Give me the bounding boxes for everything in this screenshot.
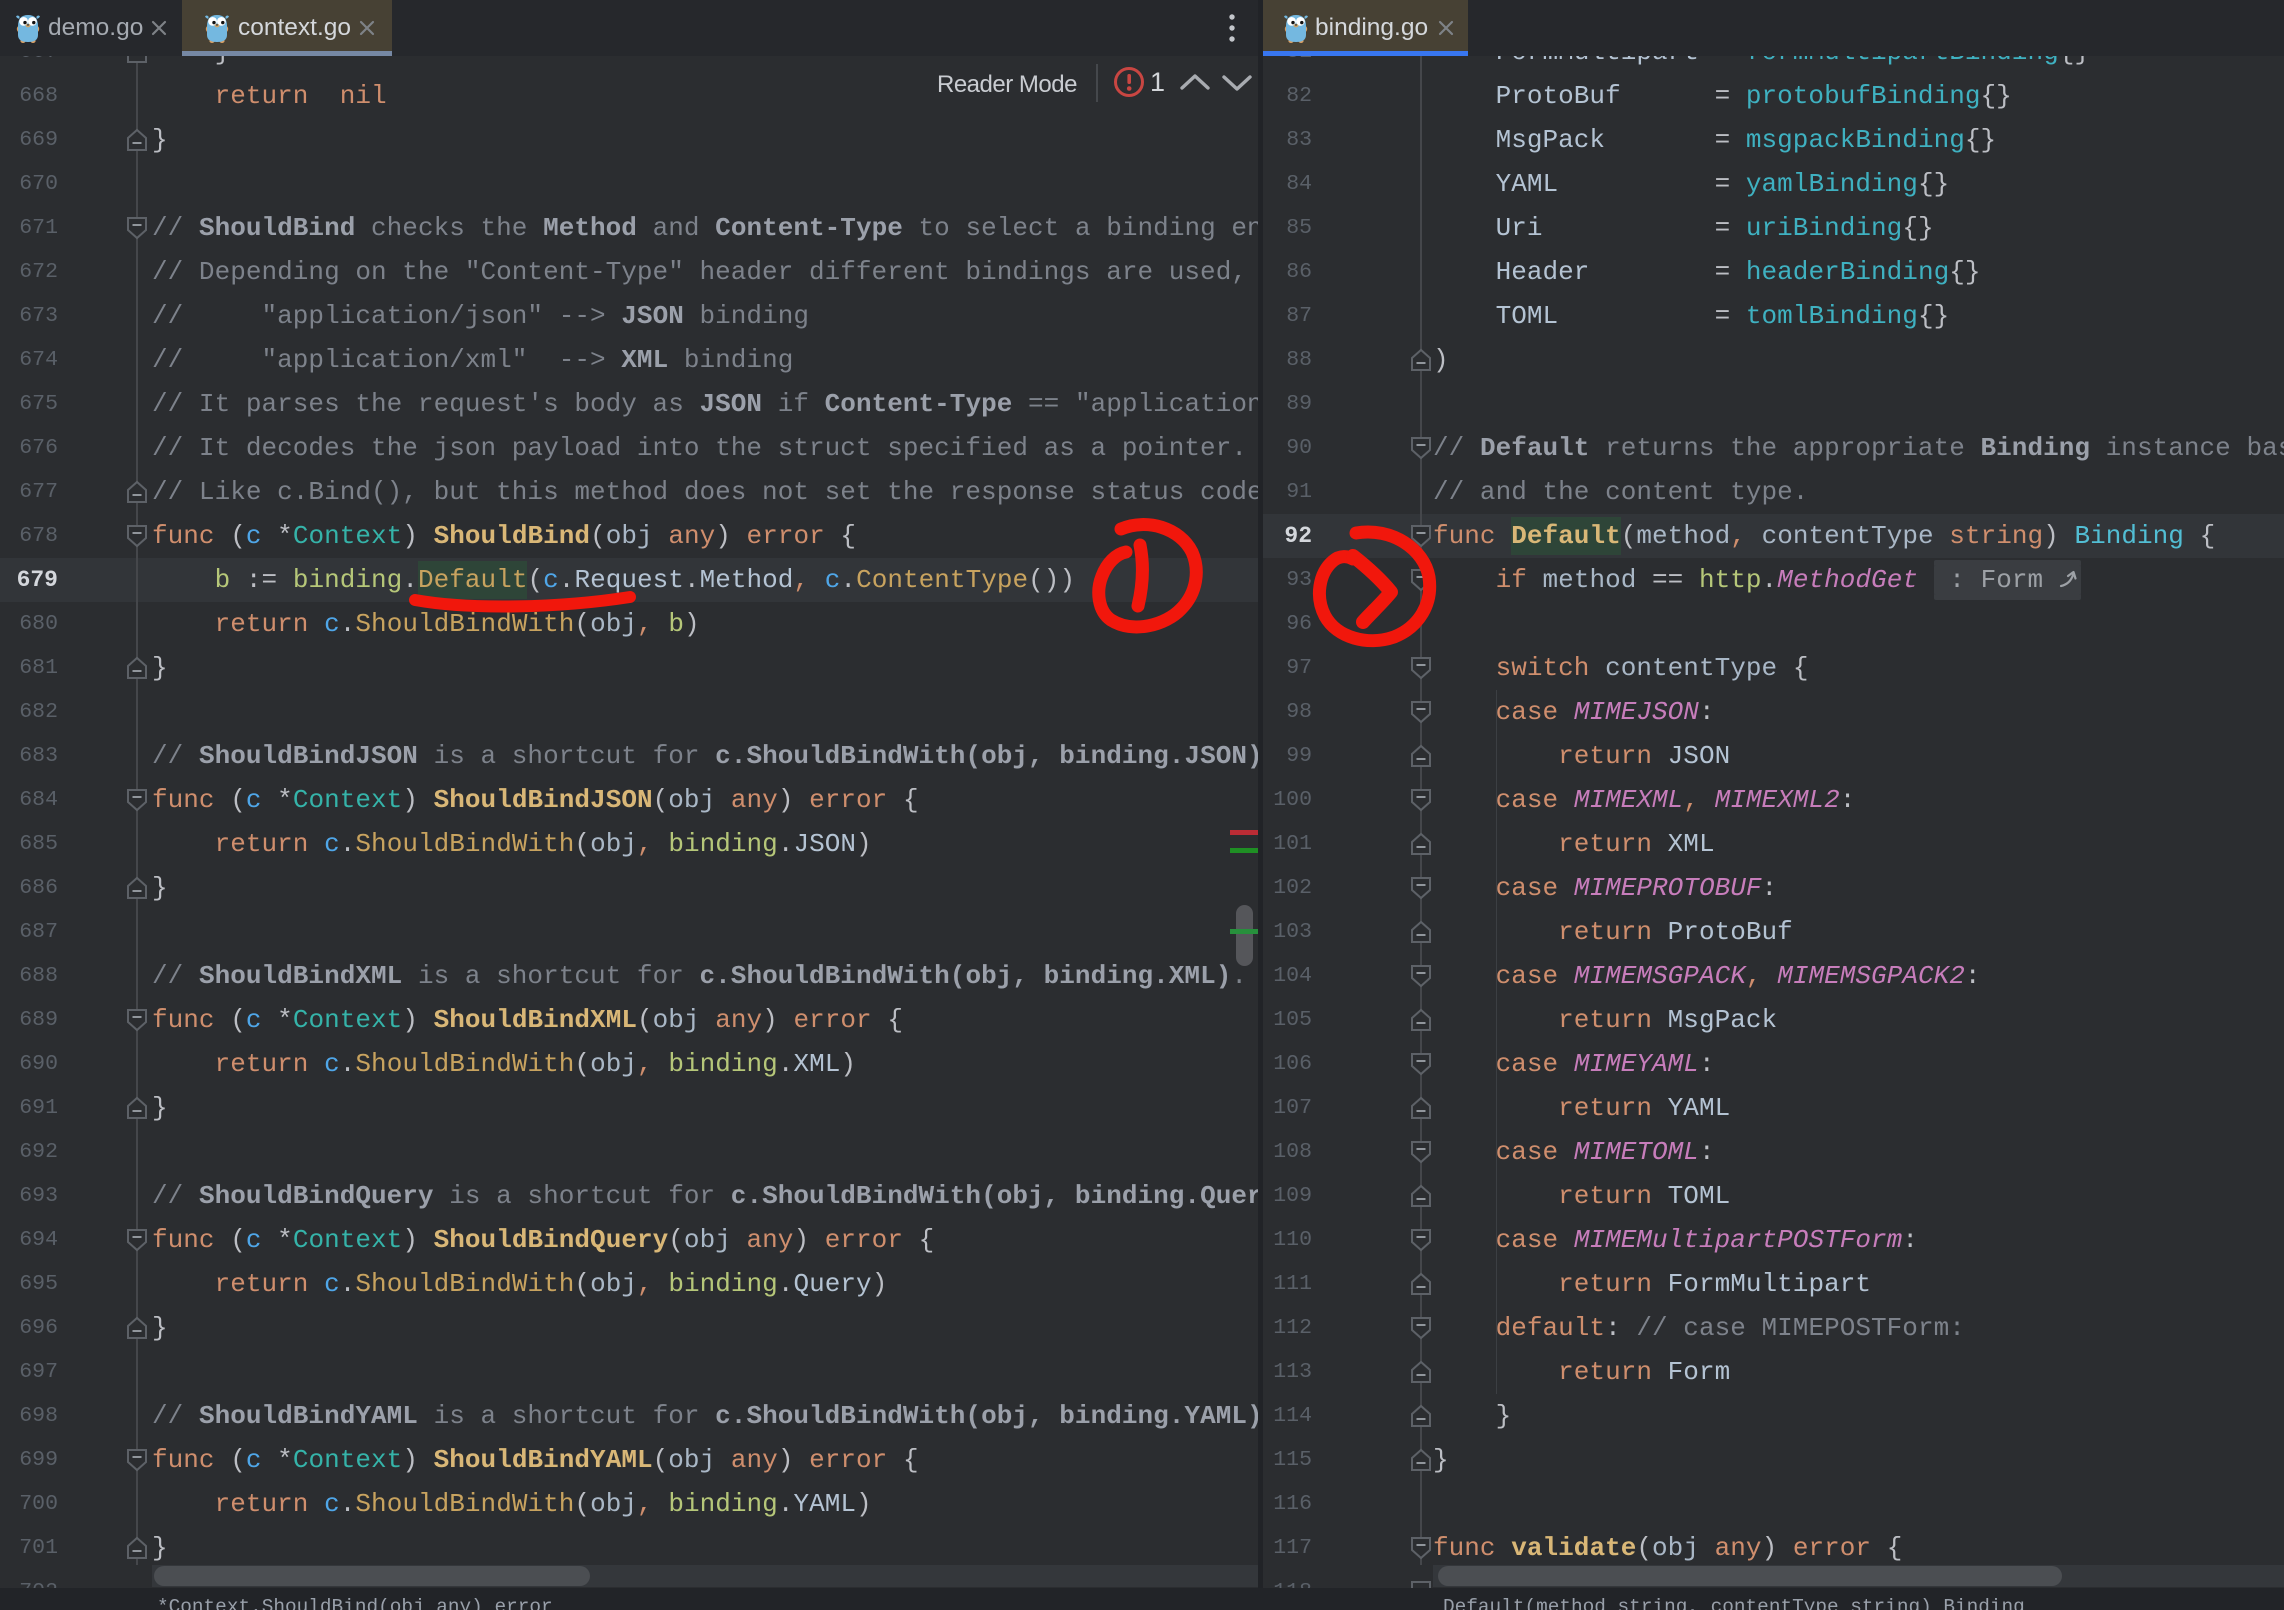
svg-text:1: 1 <box>1150 67 1165 97</box>
